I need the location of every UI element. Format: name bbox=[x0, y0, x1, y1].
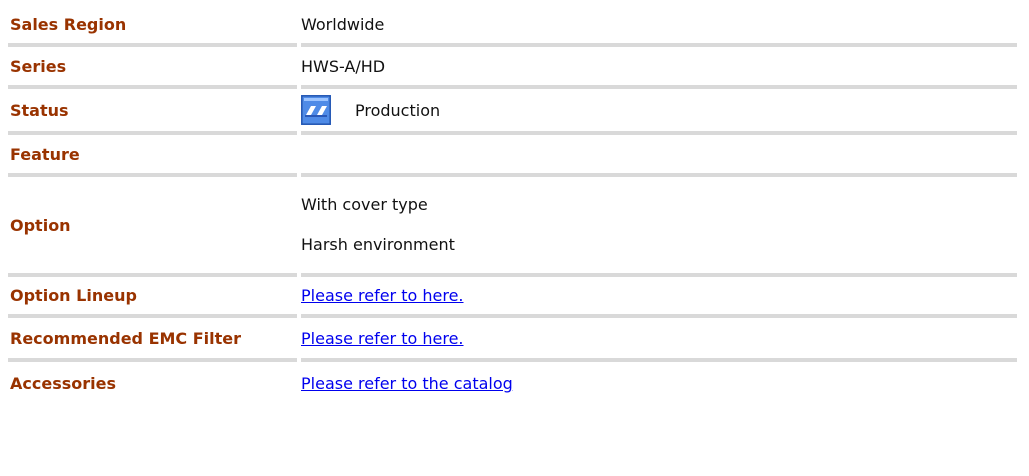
product-spec-table: Sales Region Worldwide Series HWS-A/HD S… bbox=[8, 5, 1017, 405]
feature-label: Feature bbox=[8, 135, 297, 177]
spec-row-emc-filter: Recommended EMC Filter Please refer to h… bbox=[8, 318, 1017, 362]
series-value: HWS-A/HD bbox=[301, 47, 1017, 89]
production-status-icon bbox=[301, 95, 331, 125]
option-label: Option bbox=[8, 177, 297, 277]
option-values: With cover type Harsh environment bbox=[301, 177, 1017, 277]
status-value: Production bbox=[301, 89, 1017, 135]
series-text: HWS-A/HD bbox=[301, 56, 386, 76]
accessories-link[interactable]: Please refer to the catalog bbox=[301, 374, 513, 393]
option-value-2: Harsh environment bbox=[301, 235, 455, 254]
status-text: Production bbox=[355, 100, 441, 120]
spec-row-feature: Feature bbox=[8, 135, 1017, 177]
option-lineup-label: Option Lineup bbox=[8, 277, 297, 318]
emc-filter-label: Recommended EMC Filter bbox=[8, 318, 297, 362]
emc-filter-value: Please refer to here. bbox=[301, 318, 1017, 362]
status-label: Status bbox=[8, 89, 297, 135]
sales-region-value: Worldwide bbox=[301, 5, 1017, 47]
feature-value bbox=[301, 135, 1017, 177]
spec-row-option: Option With cover type Harsh environment bbox=[8, 177, 1017, 277]
spec-row-sales-region: Sales Region Worldwide bbox=[8, 5, 1017, 47]
spec-row-status: Status Production bbox=[8, 89, 1017, 135]
option-value-1: With cover type bbox=[301, 195, 428, 214]
option-lineup-value: Please refer to here. bbox=[301, 277, 1017, 318]
sales-region-text: Worldwide bbox=[301, 14, 385, 34]
series-label: Series bbox=[8, 47, 297, 89]
option-lineup-link[interactable]: Please refer to here. bbox=[301, 286, 464, 305]
status-wrap: Production bbox=[301, 95, 1017, 125]
accessories-label: Accessories bbox=[10, 374, 116, 393]
accessories-value: Please refer to the catalog bbox=[301, 362, 1017, 405]
spec-row-series: Series HWS-A/HD bbox=[8, 47, 1017, 89]
spec-row-accessories: Accessories Please refer to the catalog bbox=[8, 362, 1017, 405]
sales-region-label: Sales Region bbox=[8, 5, 297, 47]
emc-filter-link[interactable]: Please refer to here. bbox=[301, 329, 464, 348]
spec-row-option-lineup: Option Lineup Please refer to here. bbox=[8, 277, 1017, 318]
